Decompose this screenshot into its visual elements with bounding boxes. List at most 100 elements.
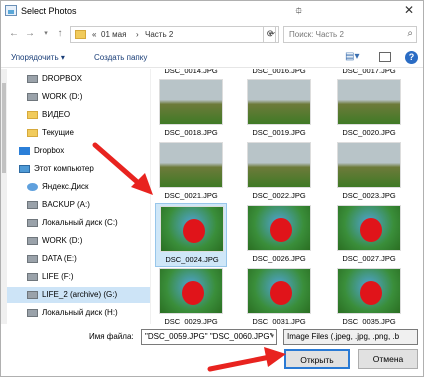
- file-tile[interactable]: DSC_0024.JPG: [155, 203, 227, 267]
- photo-thumbnail[interactable]: [247, 142, 311, 188]
- nav-item-label: Локальный диск (H:): [42, 308, 118, 317]
- file-name[interactable]: DSC_0016.JPG: [243, 69, 315, 75]
- search-input[interactable]: Поиск: Часть 2 ⌕: [283, 26, 417, 43]
- back-icon[interactable]: ←: [7, 27, 21, 41]
- file-name: DSC_0021.JPG: [164, 191, 218, 200]
- file-tile[interactable]: DSC_0019.JPG: [243, 77, 315, 141]
- file-tile[interactable]: DSC_0035.JPG: [333, 266, 405, 324]
- nav-scroll-thumb[interactable]: [2, 83, 6, 173]
- chevron-down-icon[interactable]: ▾: [270, 330, 274, 344]
- nav-item-label: Dropbox: [34, 146, 65, 155]
- file-tile[interactable]: DSC_0018.JPG: [155, 77, 227, 141]
- organize-button[interactable]: Упорядочить ▾: [11, 53, 65, 62]
- search-icon[interactable]: ⌕: [407, 28, 413, 39]
- app-icon: [5, 5, 17, 16]
- up-icon[interactable]: ↑: [53, 27, 67, 41]
- nav-item-label: BACKUP (A:): [42, 200, 90, 209]
- close-button[interactable]: ✕: [399, 2, 419, 18]
- preview-pane-icon[interactable]: [379, 52, 391, 62]
- photo-thumbnail[interactable]: [247, 205, 311, 251]
- file-tile[interactable]: DSC_0027.JPG: [333, 203, 405, 267]
- nav-item[interactable]: ВИДЕО: [7, 107, 150, 123]
- tulip-shape: [183, 219, 205, 243]
- nav-item[interactable]: DATA (E:): [7, 251, 150, 267]
- open-button[interactable]: Открыть: [284, 349, 350, 369]
- photo-thumbnail[interactable]: [337, 142, 401, 188]
- nav-item-label: Этот компьютер: [34, 164, 94, 173]
- button-row: Открыть Отмена: [1, 349, 423, 373]
- photo-thumbnail[interactable]: [159, 268, 223, 314]
- file-tile[interactable]: DSC_0031.JPG: [243, 266, 315, 324]
- nav-item-label: LIFE_2 (archive) (G:): [42, 290, 118, 299]
- command-bar: Упорядочить ▾ Создать папку ▤▾ ?: [1, 48, 423, 68]
- nav-item[interactable]: Локальный диск (C:): [7, 215, 150, 231]
- file-tile[interactable]: DSC_0020.JPG: [333, 77, 405, 141]
- photo-thumbnail[interactable]: [337, 79, 401, 125]
- file-name: DSC_0018.JPG: [164, 128, 218, 137]
- drive-icon: [27, 219, 38, 227]
- pin-icon[interactable]: ⯐: [295, 4, 303, 21]
- yandex-disk-icon: [27, 183, 38, 191]
- file-tile[interactable]: DSC_0021.JPG: [155, 140, 227, 204]
- filename-input[interactable]: "DSC_0059.JPG" "DSC_0060.JPG" ▾: [141, 329, 277, 345]
- nav-item[interactable]: Этот компьютер: [7, 161, 150, 177]
- file-name: DSC_0023.JPG: [342, 191, 396, 200]
- nav-item[interactable]: BACKUP (A:): [7, 197, 150, 213]
- crumb-part-2[interactable]: Часть 2: [145, 30, 173, 39]
- file-tile[interactable]: DSC_0022.JPG: [243, 140, 315, 204]
- refresh-icon[interactable]: ⟳: [263, 26, 279, 43]
- nav-item[interactable]: LIFE (F:): [7, 269, 150, 285]
- file-tile[interactable]: DSC_0029.JPG: [155, 266, 227, 324]
- nav-item-label: Локальный диск (C:): [42, 218, 118, 227]
- photo-thumbnail[interactable]: [247, 79, 311, 125]
- computer-icon: [19, 165, 30, 173]
- nav-item[interactable]: Локальный диск (H:): [7, 305, 150, 321]
- nav-item-label: WORK (D:): [42, 92, 83, 101]
- address-row: ← → ▾ ↑ « 01 мая › Часть 2 ▾ ⟳ Поиск: Ча…: [1, 22, 423, 46]
- file-type-select[interactable]: Image Files (.jpeg, .jpg, .png, .b: [283, 329, 418, 345]
- drive-icon: [27, 291, 38, 299]
- nav-item[interactable]: Яндекс.Диск: [7, 179, 150, 195]
- nav-item[interactable]: LIFE_2 (archive) (G:): [7, 287, 150, 303]
- address-bar[interactable]: « 01 мая › Часть 2 ▾: [70, 26, 276, 43]
- nav-item[interactable]: Текущие: [7, 125, 150, 141]
- nav-item-label: DATA (E:): [42, 254, 77, 263]
- nav-item[interactable]: WORK (D:): [7, 89, 150, 105]
- new-folder-button[interactable]: Создать папку: [94, 53, 147, 62]
- crumb-separator: ›: [136, 30, 139, 39]
- nav-item[interactable]: Dropbox: [7, 143, 150, 159]
- photo-thumbnail[interactable]: [337, 268, 401, 314]
- photo-thumbnail[interactable]: [159, 142, 223, 188]
- nav-item-label: WORK (D:): [42, 236, 83, 245]
- recent-dropdown-icon[interactable]: ▾: [39, 27, 53, 41]
- nav-item[interactable]: WORK (D:): [7, 233, 150, 249]
- folder-icon: [27, 111, 38, 119]
- photo-thumbnail[interactable]: [159, 79, 223, 125]
- filename-bar: Имя файла: "DSC_0059.JPG" "DSC_0060.JPG"…: [1, 326, 423, 346]
- photo-thumbnail[interactable]: [247, 268, 311, 314]
- tulip-shape: [270, 281, 292, 305]
- forward-icon[interactable]: →: [23, 27, 37, 41]
- file-name[interactable]: DSC_0017.JPG: [333, 69, 405, 75]
- view-options-icon[interactable]: ▤▾: [345, 51, 359, 62]
- crumb-prefix[interactable]: «: [92, 30, 96, 39]
- nav-item[interactable]: DROPBOX: [7, 71, 150, 87]
- drive-icon: [27, 93, 38, 101]
- tulip-shape: [360, 218, 382, 242]
- nav-item-label: LIFE (F:): [42, 272, 74, 281]
- file-name[interactable]: DSC_0014.JPG: [155, 69, 227, 75]
- file-name: DSC_0019.JPG: [252, 128, 306, 137]
- file-grid: DSC_0014.JPG DSC_0016.JPG DSC_0017.JPG DSC_…: [151, 69, 423, 324]
- dropbox-icon: [19, 147, 30, 155]
- photo-thumbnail[interactable]: [160, 206, 224, 252]
- help-icon[interactable]: ?: [405, 51, 418, 64]
- nav-item-label: Текущие: [42, 128, 74, 137]
- window-title: Select Photos: [21, 6, 77, 16]
- filename-value: "DSC_0059.JPG" "DSC_0060.JPG": [145, 332, 273, 341]
- file-tile[interactable]: DSC_0026.JPG: [243, 203, 315, 267]
- file-name: DSC_0029.JPG: [164, 317, 218, 324]
- cancel-button[interactable]: Отмена: [358, 349, 418, 369]
- crumb-01-may[interactable]: 01 мая: [101, 30, 126, 39]
- photo-thumbnail[interactable]: [337, 205, 401, 251]
- file-tile[interactable]: DSC_0023.JPG: [333, 140, 405, 204]
